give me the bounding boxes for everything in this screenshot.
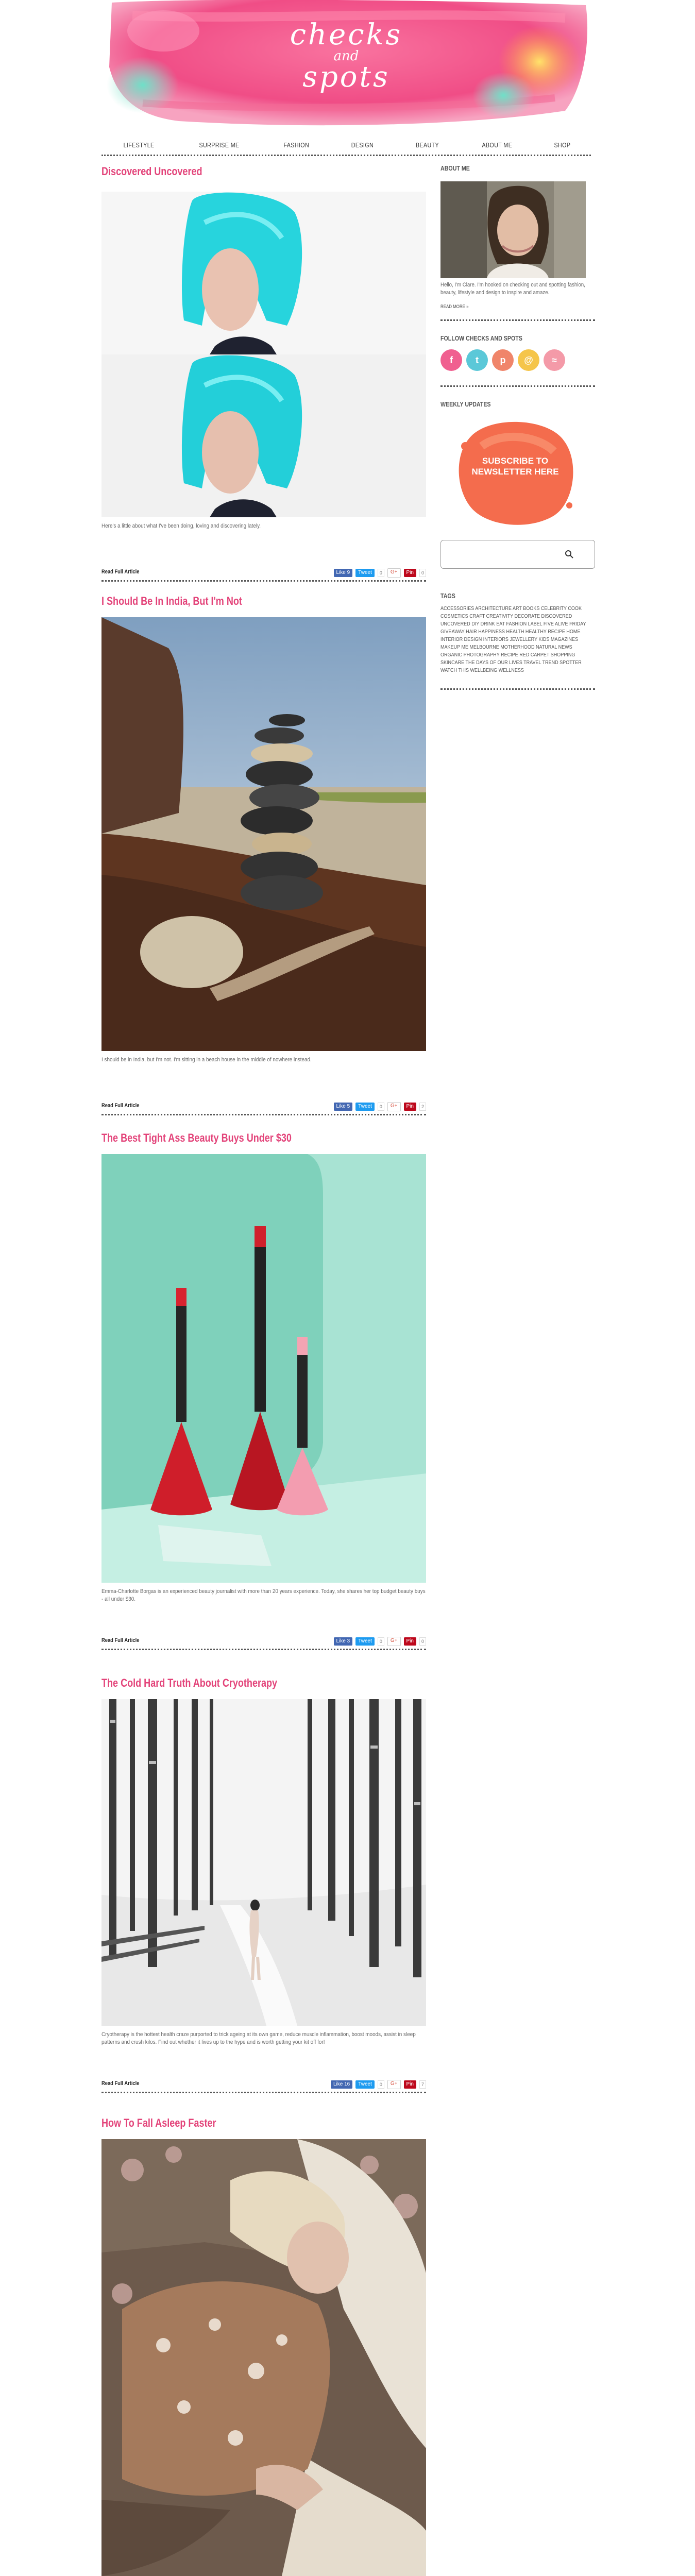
email-icon[interactable]: @: [518, 349, 539, 371]
weekly-updates-heading: WEEKLY UPDATES: [440, 400, 491, 408]
subscribe-line-1: SUBSCRIBE TO: [482, 456, 549, 466]
tweet-count: 0: [377, 2080, 384, 2089]
search-icon[interactable]: [565, 550, 574, 559]
pin-it-button[interactable]: Pin: [403, 1103, 416, 1111]
facebook-like-button[interactable]: Like 5: [333, 1103, 353, 1111]
tweet-button[interactable]: Tweet: [355, 2080, 375, 2089]
subscribe-line-2: NEWSLETTER HERE: [471, 467, 559, 477]
about-me-heading: ABOUT ME: [440, 164, 470, 172]
read-more-link[interactable]: Read Full Article: [101, 1103, 139, 1109]
pinterest-icon[interactable]: p: [492, 349, 514, 371]
facebook-like-button[interactable]: Like 3: [333, 1637, 353, 1646]
share-bar: Like 5 Tweet 0 G+ Pin 2: [333, 1102, 426, 1111]
post-excerpt: Emma-Charlotte Borgas is an experienced …: [101, 1588, 426, 1602]
tweet-button[interactable]: Tweet: [355, 1637, 375, 1646]
pin-count: 7: [419, 2080, 426, 2089]
read-more-link[interactable]: Read Full Article: [101, 1637, 139, 1643]
tweet-button[interactable]: Tweet: [355, 1103, 375, 1111]
share-bar: Like 3 Tweet 0 G+ Pin 0: [333, 1637, 426, 1646]
post-footer: Read Full Article Like 16 Tweet 0 G+ Pin…: [101, 2078, 426, 2093]
nav-beauty[interactable]: BEAUTY: [416, 141, 439, 149]
social-icons: f t p @ ≈: [440, 349, 565, 371]
snowy-forest-image: [101, 1699, 426, 2026]
post-image[interactable]: [101, 2139, 426, 2576]
read-more-link[interactable]: Read Full Article: [101, 569, 139, 575]
post-card: The Best Tight Ass Beauty Buys Under $30: [101, 1130, 426, 1650]
avatar: [440, 181, 586, 278]
newsletter-widget: WEEKLY UPDATES SUBSCRIBE TO NEWSLETTER H…: [440, 400, 595, 525]
post-card: I Should Be In India, But I'm Not I shou…: [101, 594, 426, 1115]
share-bar: Like 9 Tweet 0 G+ Pin 0: [333, 568, 426, 578]
about-read-more-link[interactable]: READ MORE »: [440, 303, 590, 311]
search-input[interactable]: [440, 540, 595, 569]
post-title[interactable]: How To Fall Asleep Faster: [101, 2115, 368, 2131]
nav-design[interactable]: DESIGN: [351, 141, 374, 149]
post-image[interactable]: [101, 617, 426, 1051]
facebook-like-button[interactable]: Like 16: [330, 2080, 353, 2089]
read-more-link[interactable]: Read Full Article: [101, 2080, 139, 2087]
tweet-button[interactable]: Tweet: [355, 569, 375, 577]
facebook-like-button[interactable]: Like 9: [333, 569, 353, 577]
post-footer: Read Full Article Like 3 Tweet 0 G+ Pin …: [101, 1635, 426, 1650]
rss-icon[interactable]: ≈: [544, 349, 565, 371]
pin-count: 0: [419, 1637, 426, 1646]
post-card: Discovered Uncovered Here's a little abo…: [101, 164, 426, 582]
post-card: How To Fall Asleep Faster: [101, 2115, 426, 2576]
post-footer: Read Full Article Like 9 Tweet 0 G+ Pin …: [101, 567, 426, 582]
nav-shop[interactable]: SHOP: [554, 141, 571, 149]
tweet-count: 0: [377, 1637, 384, 1646]
sleeping-woman-image: [101, 2139, 426, 2576]
tag-cloud[interactable]: ACCESSORIES ARCHITECTURE ART BOOKS CELEB…: [440, 605, 591, 674]
google-plus-button[interactable]: G+: [387, 1637, 401, 1646]
main-nav: LIFESTYLE SURPRISE ME FASHION DESIGN BEA…: [101, 135, 591, 156]
about-me-text: Hello, I'm Clare. I'm hooked on checking…: [440, 282, 585, 296]
post-excerpt: Cryotherapy is the hottest health craze …: [101, 2031, 416, 2045]
pin-count: 2: [419, 1103, 426, 1111]
nav-fashion[interactable]: FASHION: [283, 141, 309, 149]
nav-about-me[interactable]: ABOUT ME: [482, 141, 512, 149]
lipsticks-image: [101, 1154, 426, 1583]
google-plus-button[interactable]: G+: [387, 1102, 401, 1111]
blue-hair-portrait-image: [101, 192, 426, 517]
post-image[interactable]: [101, 1154, 426, 1583]
post-card: The Cold Hard Truth About Cryotherapy Cr…: [101, 1675, 426, 2093]
nav-lifestyle[interactable]: LIFESTYLE: [123, 141, 154, 149]
pin-it-button[interactable]: Pin: [403, 2080, 416, 2089]
twitter-icon[interactable]: t: [466, 349, 488, 371]
stacked-rocks-image: [101, 617, 426, 1051]
sidebar-divider: [440, 319, 595, 321]
share-bar: Like 16 Tweet 0 G+ Pin 7: [330, 2080, 426, 2089]
follow-heading: FOLLOW CHECKS AND SPOTS: [440, 334, 522, 342]
post-excerpt: I should be in India, but I'm not. I'm s…: [101, 1057, 312, 1063]
pin-it-button[interactable]: Pin: [403, 1637, 416, 1646]
pin-count: 0: [419, 569, 426, 577]
post-title[interactable]: Discovered Uncovered: [101, 164, 368, 179]
tags-heading: TAGS: [440, 592, 455, 600]
post-title[interactable]: I Should Be In India, But I'm Not: [101, 594, 368, 609]
page: checks and spots LIFESTYLE SURPRISE ME F…: [0, 0, 695, 2576]
google-plus-button[interactable]: G+: [387, 2080, 401, 2089]
tags-widget: TAGS ACCESSORIES ARCHITECTURE ART BOOKS …: [440, 591, 595, 673]
subscribe-newsletter-button[interactable]: SUBSCRIBE TO NEWSLETTER HERE: [451, 415, 580, 529]
pin-it-button[interactable]: Pin: [403, 569, 416, 577]
sidebar-divider: [440, 385, 595, 387]
site-header: checks and spots: [101, 0, 591, 129]
google-plus-button[interactable]: G+: [387, 568, 401, 578]
post-image[interactable]: [101, 1699, 426, 2026]
post-excerpt: Here's a little about what I've been doi…: [101, 523, 261, 529]
tweet-count: 0: [377, 1103, 384, 1111]
sidebar-divider: [440, 688, 595, 690]
facebook-icon[interactable]: f: [440, 349, 462, 371]
author-photo[interactable]: [440, 181, 586, 278]
post-title[interactable]: The Cold Hard Truth About Cryotherapy: [101, 1675, 368, 1691]
about-me-widget: ABOUT ME Hello, I'm Clare. I'm hooked on…: [440, 164, 595, 309]
post-footer: Read Full Article Like 5 Tweet 0 G+ Pin …: [101, 1100, 426, 1115]
post-title[interactable]: The Best Tight Ass Beauty Buys Under $30: [101, 1130, 368, 1146]
post-image[interactable]: [101, 192, 426, 517]
follow-widget: FOLLOW CHECKS AND SPOTS f t p @ ≈: [440, 334, 595, 371]
nav-surprise-me[interactable]: SURPRISE ME: [199, 141, 239, 149]
tweet-count: 0: [377, 569, 384, 577]
watercolor-banner: [107, 0, 588, 126]
